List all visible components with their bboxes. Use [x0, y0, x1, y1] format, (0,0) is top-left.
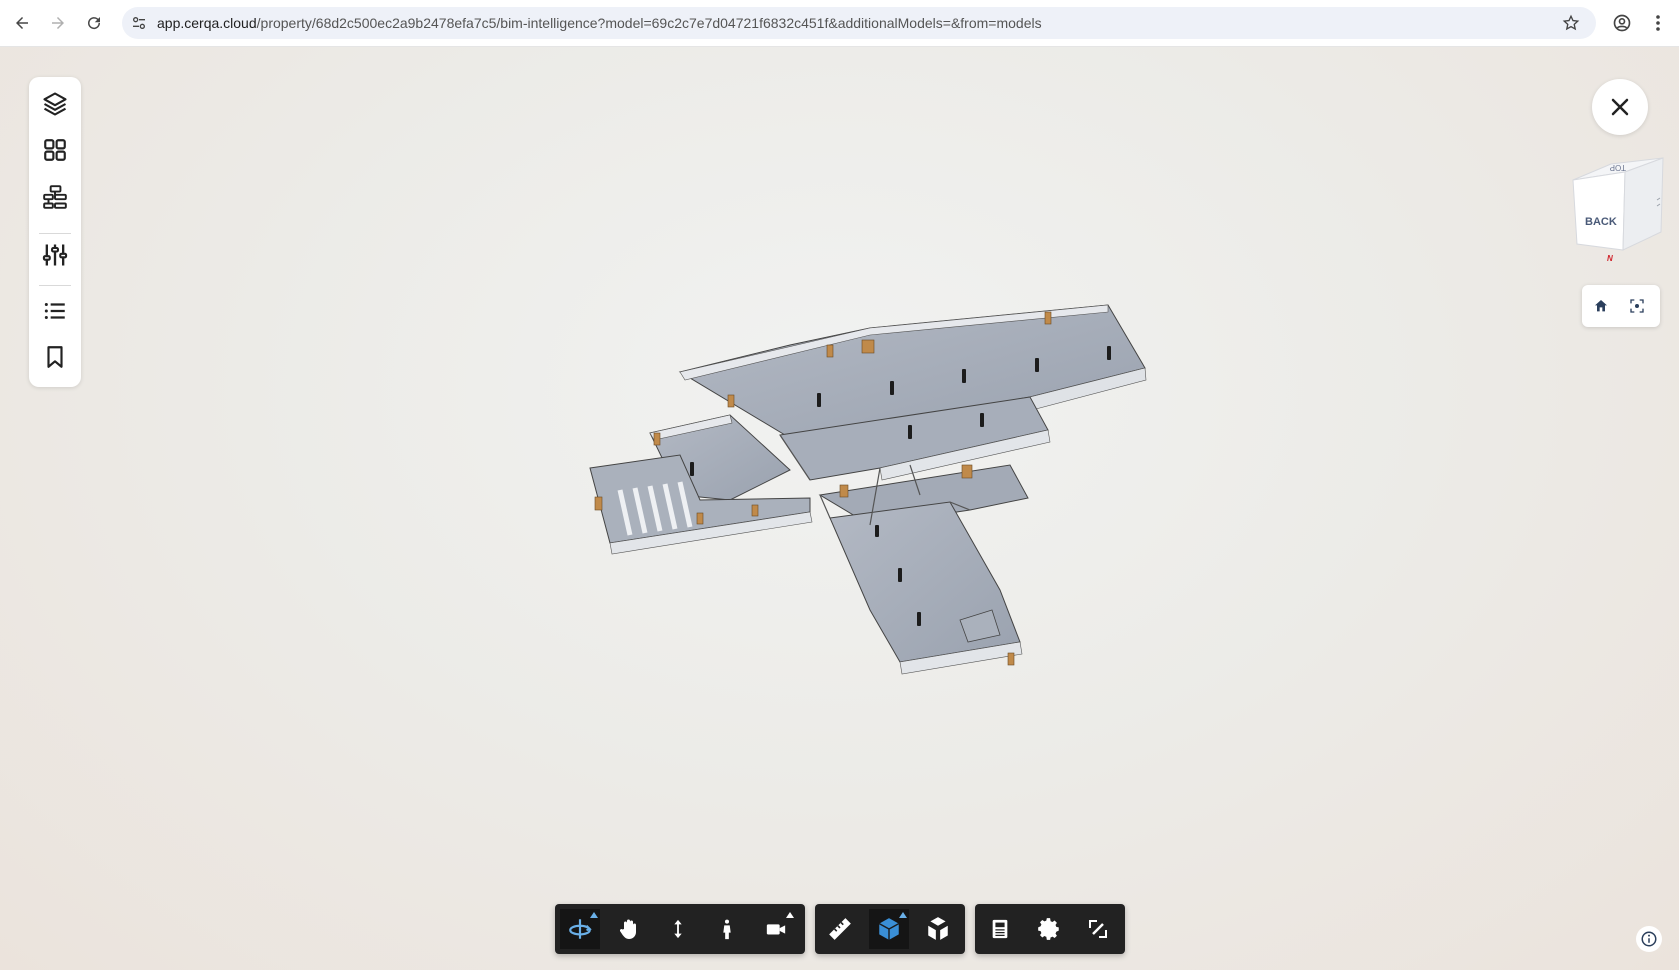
close-icon: [1611, 98, 1629, 116]
hierarchy-icon[interactable]: [39, 181, 71, 213]
site-info-icon[interactable]: [130, 14, 148, 32]
view-cube[interactable]: TOP BACK N: [1565, 150, 1670, 265]
sliders-icon[interactable]: [39, 239, 71, 271]
forward-arrow-icon[interactable]: [46, 11, 70, 35]
fullscreen-icon[interactable]: [1078, 909, 1118, 949]
walk-person-icon[interactable]: [707, 909, 747, 949]
sidebar-divider: [39, 285, 71, 286]
settings-gear-icon[interactable]: [1029, 909, 1069, 949]
cube-front-face[interactable]: [1572, 171, 1626, 251]
list-icon[interactable]: [39, 295, 71, 327]
fit-view-icon[interactable]: [1626, 295, 1648, 317]
bookmark-icon[interactable]: [39, 341, 71, 373]
sidebar-divider: [39, 233, 71, 234]
pan-hand-icon[interactable]: [609, 909, 649, 949]
cube-top-label: TOP: [1610, 163, 1626, 172]
explode-model-icon[interactable]: [918, 909, 958, 949]
cube-side-face[interactable]: [1622, 157, 1664, 251]
profile-icon[interactable]: [1610, 11, 1634, 35]
bim-model-viewport[interactable]: [580, 290, 1160, 710]
grid-icon[interactable]: [39, 134, 71, 166]
camera-icon[interactable]: [756, 909, 796, 949]
back-arrow-icon[interactable]: [10, 11, 34, 35]
section-cube-icon[interactable]: [869, 909, 909, 949]
navigation-toolbar: [555, 904, 805, 954]
tools-toolbar: [815, 904, 965, 954]
zoom-updown-icon[interactable]: [658, 909, 698, 949]
left-sidebar: [29, 77, 81, 387]
info-button[interactable]: [1636, 926, 1662, 952]
close-button[interactable]: [1592, 79, 1648, 135]
layers-icon[interactable]: [39, 88, 71, 120]
settings-toolbar: [975, 904, 1125, 954]
compass-north-label: N: [1607, 254, 1613, 263]
measure-ruler-icon[interactable]: [820, 909, 860, 949]
cube-back-label: BACK: [1585, 216, 1617, 228]
reload-icon[interactable]: [82, 11, 106, 35]
star-icon[interactable]: [1560, 12, 1582, 34]
url-text[interactable]: app.cerqa.cloud/property/68d2c500ec2a9b2…: [157, 15, 1042, 31]
kebab-menu-icon[interactable]: [1648, 11, 1668, 35]
floor-slab-south-wing: [829, 501, 1021, 663]
view-controls: [1582, 285, 1660, 327]
address-bar[interactable]: app.cerqa.cloud/property/68d2c500ec2a9b2…: [122, 7, 1596, 39]
browser-toolbar: app.cerqa.cloud/property/68d2c500ec2a9b2…: [0, 0, 1679, 47]
info-icon: [1641, 931, 1657, 947]
properties-panel-icon[interactable]: [980, 909, 1020, 949]
home-icon[interactable]: [1590, 295, 1612, 317]
orbit-icon[interactable]: [560, 909, 600, 949]
